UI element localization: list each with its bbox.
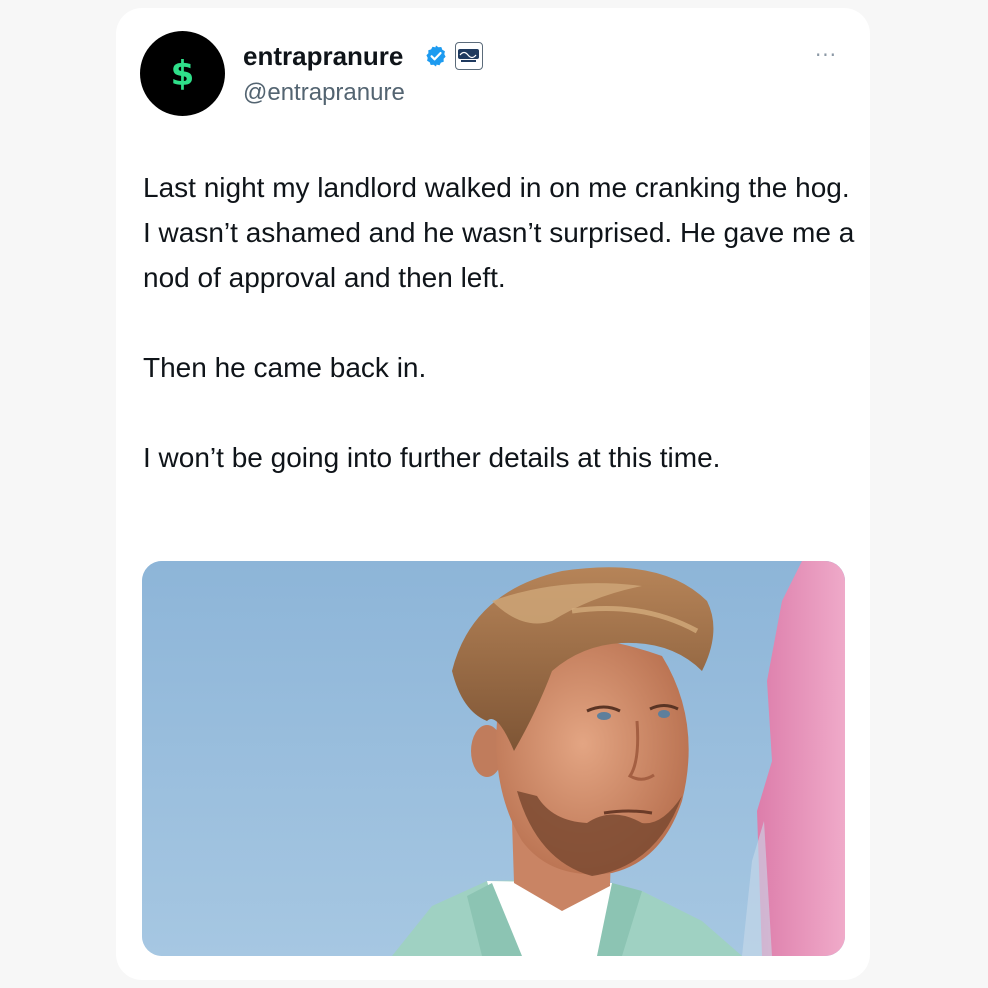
user-handle[interactable]: @entrapranure bbox=[243, 78, 405, 108]
avatar[interactable]: $ bbox=[140, 31, 225, 116]
portrait-photo bbox=[142, 561, 845, 956]
tweet-media-image[interactable] bbox=[142, 561, 845, 956]
more-options-icon[interactable]: ··· bbox=[808, 43, 844, 67]
tweet-paragraph: Then he came back in. bbox=[143, 352, 427, 383]
tweet-paragraph: Last night my landlord walked in on me c… bbox=[143, 172, 855, 293]
dollar-sign-icon: $ bbox=[170, 53, 195, 94]
tweet-text: Last night my landlord walked in on me c… bbox=[143, 165, 858, 480]
display-name[interactable]: entrapranure bbox=[243, 40, 403, 72]
affiliate-badge-icon[interactable] bbox=[455, 42, 483, 70]
verified-badge-icon[interactable] bbox=[424, 44, 448, 68]
tweet-paragraph: I won’t be going into further details at… bbox=[143, 442, 721, 473]
